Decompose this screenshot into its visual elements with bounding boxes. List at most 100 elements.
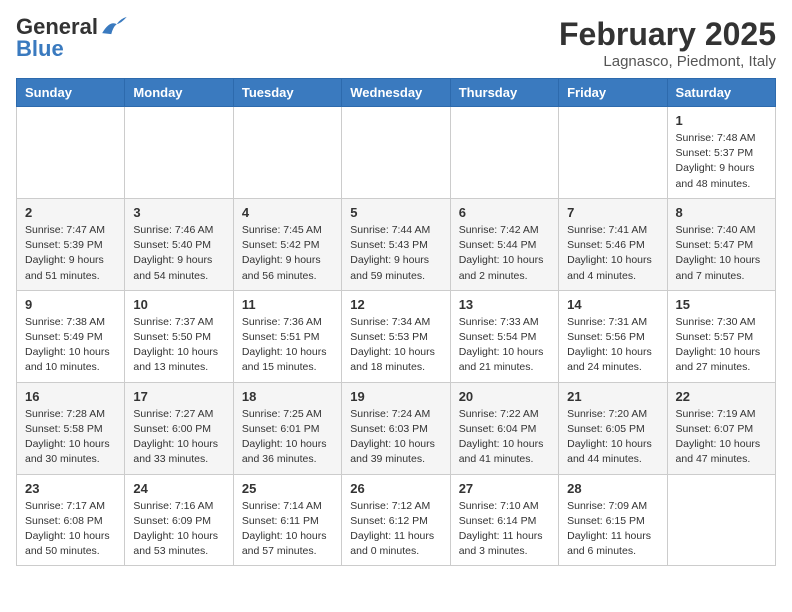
day-info: Sunrise: 7:48 AM Sunset: 5:37 PM Dayligh… <box>676 131 767 192</box>
calendar-header-monday: Monday <box>125 79 233 107</box>
page-header: General Blue February 2025 Lagnasco, Pie… <box>16 16 776 70</box>
calendar-header-row: SundayMondayTuesdayWednesdayThursdayFrid… <box>17 79 776 107</box>
calendar-week-row: 16Sunrise: 7:28 AM Sunset: 5:58 PM Dayli… <box>17 382 776 474</box>
calendar-empty-cell <box>233 107 341 199</box>
logo-bird-icon <box>100 15 128 35</box>
day-info: Sunrise: 7:41 AM Sunset: 5:46 PM Dayligh… <box>567 223 658 284</box>
calendar-day-3: 3 Sunrise: 7:46 AM Sunset: 5:40 PM Daylig… <box>125 198 233 290</box>
calendar-day-15: 15 Sunrise: 7:30 AM Sunset: 5:57 PM Dayli… <box>667 290 775 382</box>
calendar-day-11: 11 Sunrise: 7:36 AM Sunset: 5:51 PM Dayli… <box>233 290 341 382</box>
calendar-day-4: 4 Sunrise: 7:45 AM Sunset: 5:42 PM Daylig… <box>233 198 341 290</box>
day-info: Sunrise: 7:33 AM Sunset: 5:54 PM Dayligh… <box>459 315 550 376</box>
calendar-day-16: 16Sunrise: 7:28 AM Sunset: 5:58 PM Dayli… <box>17 382 125 474</box>
day-info: Sunrise: 7:46 AM Sunset: 5:40 PM Dayligh… <box>133 223 224 284</box>
day-number: 12 <box>350 297 441 312</box>
day-info: Sunrise: 7:10 AM Sunset: 6:14 PM Dayligh… <box>459 499 550 560</box>
day-info: Sunrise: 7:34 AM Sunset: 5:53 PM Dayligh… <box>350 315 441 376</box>
calendar-week-row: 2 Sunrise: 7:47 AM Sunset: 5:39 PM Daylig… <box>17 198 776 290</box>
calendar-day-14: 14 Sunrise: 7:31 AM Sunset: 5:56 PM Dayli… <box>559 290 667 382</box>
calendar-table: SundayMondayTuesdayWednesdayThursdayFrid… <box>16 78 776 566</box>
day-number: 26 <box>350 481 441 496</box>
calendar-day-12: 12 Sunrise: 7:34 AM Sunset: 5:53 PM Dayli… <box>342 290 450 382</box>
calendar-header-wednesday: Wednesday <box>342 79 450 107</box>
day-info: Sunrise: 7:45 AM Sunset: 5:42 PM Dayligh… <box>242 223 333 284</box>
calendar-day-22: 22Sunrise: 7:19 AM Sunset: 6:07 PM Dayli… <box>667 382 775 474</box>
calendar-header-friday: Friday <box>559 79 667 107</box>
calendar-empty-cell <box>450 107 558 199</box>
calendar-day-13: 13 Sunrise: 7:33 AM Sunset: 5:54 PM Dayli… <box>450 290 558 382</box>
day-number: 25 <box>242 481 333 496</box>
day-info: Sunrise: 7:42 AM Sunset: 5:44 PM Dayligh… <box>459 223 550 284</box>
day-number: 23 <box>25 481 116 496</box>
day-number: 17 <box>133 389 224 404</box>
day-number: 21 <box>567 389 658 404</box>
calendar-day-7: 7 Sunrise: 7:41 AM Sunset: 5:46 PM Daylig… <box>559 198 667 290</box>
day-info: Sunrise: 7:14 AM Sunset: 6:11 PM Dayligh… <box>242 499 333 560</box>
day-info: Sunrise: 7:20 AM Sunset: 6:05 PM Dayligh… <box>567 407 658 468</box>
day-number: 18 <box>242 389 333 404</box>
logo: General Blue <box>16 16 128 60</box>
logo-blue-text: Blue <box>16 38 128 60</box>
day-number: 4 <box>242 205 333 220</box>
calendar-day-6: 6 Sunrise: 7:42 AM Sunset: 5:44 PM Daylig… <box>450 198 558 290</box>
location: Lagnasco, Piedmont, Italy <box>559 53 776 70</box>
day-number: 6 <box>459 205 550 220</box>
day-info: Sunrise: 7:27 AM Sunset: 6:00 PM Dayligh… <box>133 407 224 468</box>
day-info: Sunrise: 7:22 AM Sunset: 6:04 PM Dayligh… <box>459 407 550 468</box>
calendar-day-5: 5 Sunrise: 7:44 AM Sunset: 5:43 PM Daylig… <box>342 198 450 290</box>
calendar-header-saturday: Saturday <box>667 79 775 107</box>
calendar-day-9: 9 Sunrise: 7:38 AM Sunset: 5:49 PM Daylig… <box>17 290 125 382</box>
calendar-day-17: 17 Sunrise: 7:27 AM Sunset: 6:00 PM Dayli… <box>125 382 233 474</box>
month-title: February 2025 <box>559 16 776 53</box>
day-number: 3 <box>133 205 224 220</box>
day-info: Sunrise: 7:44 AM Sunset: 5:43 PM Dayligh… <box>350 223 441 284</box>
calendar-empty-cell <box>125 107 233 199</box>
calendar-day-10: 10 Sunrise: 7:37 AM Sunset: 5:50 PM Dayli… <box>125 290 233 382</box>
day-number: 11 <box>242 297 333 312</box>
calendar-week-row: 1 Sunrise: 7:48 AM Sunset: 5:37 PM Daylig… <box>17 107 776 199</box>
day-info: Sunrise: 7:36 AM Sunset: 5:51 PM Dayligh… <box>242 315 333 376</box>
day-info: Sunrise: 7:24 AM Sunset: 6:03 PM Dayligh… <box>350 407 441 468</box>
day-info: Sunrise: 7:30 AM Sunset: 5:57 PM Dayligh… <box>676 315 767 376</box>
day-number: 13 <box>459 297 550 312</box>
calendar-day-21: 21 Sunrise: 7:20 AM Sunset: 6:05 PM Dayli… <box>559 382 667 474</box>
day-number: 27 <box>459 481 550 496</box>
calendar-day-1: 1 Sunrise: 7:48 AM Sunset: 5:37 PM Daylig… <box>667 107 775 199</box>
logo-wordmark: General Blue <box>16 16 128 60</box>
day-number: 9 <box>25 297 116 312</box>
day-number: 1 <box>676 113 767 128</box>
calendar-header-thursday: Thursday <box>450 79 558 107</box>
calendar-day-2: 2 Sunrise: 7:47 AM Sunset: 5:39 PM Daylig… <box>17 198 125 290</box>
day-info: Sunrise: 7:38 AM Sunset: 5:49 PM Dayligh… <box>25 315 116 376</box>
day-info: Sunrise: 7:37 AM Sunset: 5:50 PM Dayligh… <box>133 315 224 376</box>
calendar-week-row: 9 Sunrise: 7:38 AM Sunset: 5:49 PM Daylig… <box>17 290 776 382</box>
day-number: 16 <box>25 389 116 404</box>
calendar-day-23: 23Sunrise: 7:17 AM Sunset: 6:08 PM Dayli… <box>17 474 125 566</box>
calendar-day-18: 18 Sunrise: 7:25 AM Sunset: 6:01 PM Dayli… <box>233 382 341 474</box>
day-info: Sunrise: 7:25 AM Sunset: 6:01 PM Dayligh… <box>242 407 333 468</box>
day-info: Sunrise: 7:19 AM Sunset: 6:07 PM Dayligh… <box>676 407 767 468</box>
calendar-day-28: 28Sunrise: 7:09 AM Sunset: 6:15 PM Dayli… <box>559 474 667 566</box>
day-number: 7 <box>567 205 658 220</box>
calendar-empty-cell <box>342 107 450 199</box>
calendar-day-24: 24 Sunrise: 7:16 AM Sunset: 6:09 PM Dayli… <box>125 474 233 566</box>
day-info: Sunrise: 7:16 AM Sunset: 6:09 PM Dayligh… <box>133 499 224 560</box>
title-block: February 2025 Lagnasco, Piedmont, Italy <box>559 16 776 70</box>
day-number: 8 <box>676 205 767 220</box>
day-number: 19 <box>350 389 441 404</box>
day-info: Sunrise: 7:12 AM Sunset: 6:12 PM Dayligh… <box>350 499 441 560</box>
calendar-header-sunday: Sunday <box>17 79 125 107</box>
day-info: Sunrise: 7:47 AM Sunset: 5:39 PM Dayligh… <box>25 223 116 284</box>
calendar-day-26: 26 Sunrise: 7:12 AM Sunset: 6:12 PM Dayli… <box>342 474 450 566</box>
day-number: 10 <box>133 297 224 312</box>
calendar-header-tuesday: Tuesday <box>233 79 341 107</box>
day-number: 2 <box>25 205 116 220</box>
day-number: 28 <box>567 481 658 496</box>
day-number: 14 <box>567 297 658 312</box>
day-number: 15 <box>676 297 767 312</box>
calendar-day-20: 20Sunrise: 7:22 AM Sunset: 6:04 PM Dayli… <box>450 382 558 474</box>
calendar-day-25: 25 Sunrise: 7:14 AM Sunset: 6:11 PM Dayli… <box>233 474 341 566</box>
day-number: 5 <box>350 205 441 220</box>
day-number: 24 <box>133 481 224 496</box>
day-info: Sunrise: 7:31 AM Sunset: 5:56 PM Dayligh… <box>567 315 658 376</box>
